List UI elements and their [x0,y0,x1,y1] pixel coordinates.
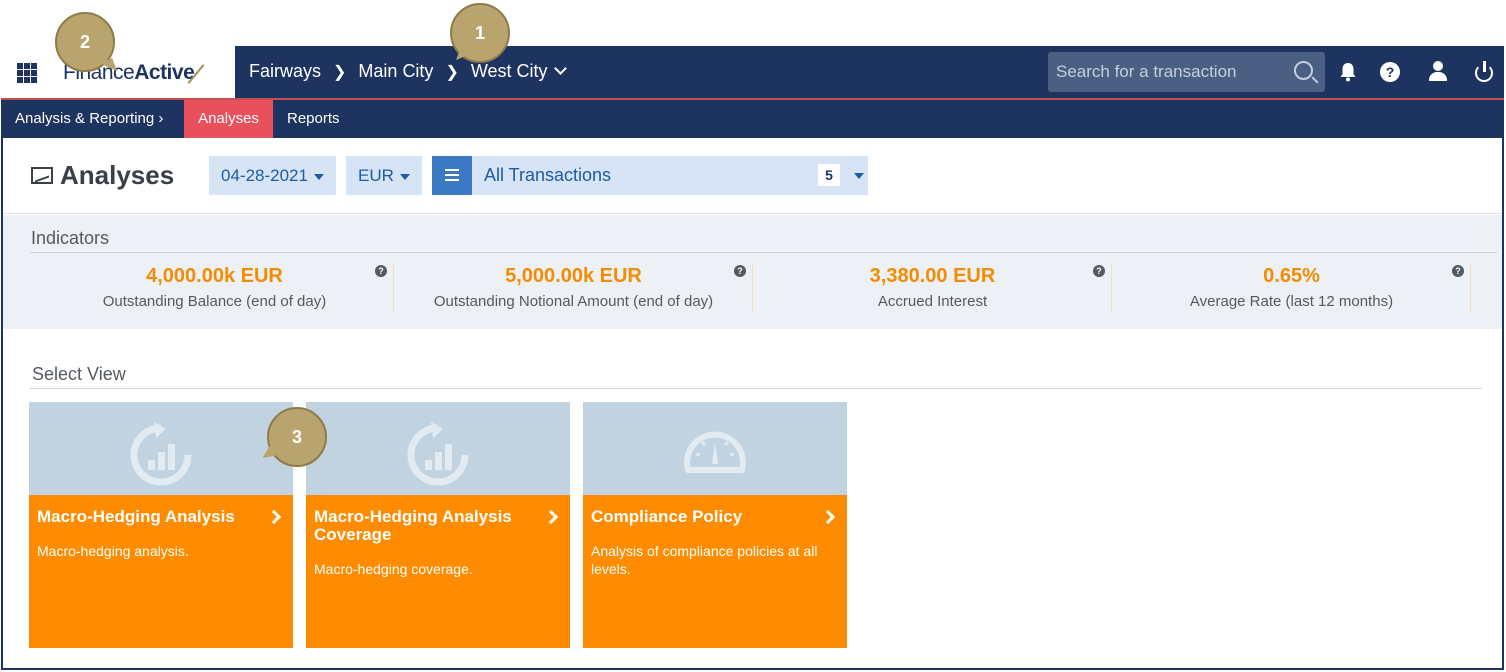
view-card-macro-hedging-analysis[interactable]: Macro-Hedging Analysis Macro-hedging ana… [29,402,293,648]
search-input[interactable]: Search for a transaction [1048,52,1325,92]
list-icon[interactable] [432,156,472,195]
chevron-right-icon [543,509,559,525]
indicator-value: 0.65% [1263,265,1320,287]
logo-text-bold: Active [134,61,195,84]
breadcrumb-item[interactable]: Fairways [249,61,321,82]
card-description: Macro-hedging coverage. [314,561,473,577]
tab-analyses[interactable]: Analyses [184,100,273,138]
card-title: Compliance Policy [591,507,743,526]
logo-area: FinanceActive [1,46,235,98]
user-icon[interactable] [1427,61,1449,83]
card-description: Analysis of compliance policies at all l… [591,543,818,577]
chevron-right-icon: ❯ [445,63,459,81]
top-bar: FinanceActive Fairways ❯ Main City ❯ Wes… [1,46,1504,100]
callout-badge: 2 [55,12,115,72]
indicator-label: Accrued Interest [877,293,988,310]
refresh-chart-icon [407,422,469,486]
card-description: Macro-hedging analysis. [37,543,189,559]
indicator-accrued-interest: 3,380.00 EUR Accrued Interest ? [754,263,1112,311]
indicator-value: 4,000.00k EUR [146,265,283,287]
transactions-label: All Transactions [484,165,612,185]
help-icon[interactable]: ? [734,265,746,277]
caret-down-icon[interactable] [854,173,864,179]
indicators-panel: Indicators 4,000.00k EUR Outstanding Bal… [3,215,1502,329]
help-icon[interactable]: ? [375,265,387,277]
caret-down-icon [399,173,410,180]
view-card-macro-hedging-coverage[interactable]: Macro-Hedging Analysis Coverage Macro-he… [306,402,570,648]
indicator-average-rate: 0.65% Average Rate (last 12 months) ? [1113,263,1471,311]
search-placeholder: Search for a transaction [1056,62,1237,81]
indicator-outstanding-notional: 5,000.00k EUR Outstanding Notional Amoun… [395,263,753,311]
search-icon[interactable] [1294,61,1313,80]
currency-selector[interactable]: EUR [346,156,422,195]
chevron-right-icon [820,509,836,525]
card-header [583,402,847,495]
currency-value: EUR [358,166,394,185]
sub-navigation: Analysis & Reporting › Analyses Reports [1,100,1504,138]
help-icon[interactable]: ? [1452,265,1464,277]
card-body: Macro-Hedging Analysis Macro-hedging ana… [29,495,293,648]
indicator-value: 3,380.00 EUR [869,265,996,287]
indicators-title: Indicators [31,228,110,248]
card-title: Macro-Hedging Analysis [37,507,235,526]
view-card-compliance-policy[interactable]: Compliance Policy Analysis of compliance… [583,402,847,648]
help-icon[interactable]: ? [1380,62,1400,82]
help-icon[interactable]: ? [1093,265,1105,277]
chevron-right-icon: ❯ [333,63,347,81]
breadcrumb-item[interactable]: Main City [358,61,433,82]
card-title: Macro-Hedging Analysis Coverage [314,507,512,544]
date-value: 04-28-2021 [221,166,308,185]
card-body: Macro-Hedging Analysis Coverage Macro-he… [306,495,570,648]
indicator-outstanding-balance: 4,000.00k EUR Outstanding Balance (end o… [36,263,394,311]
select-view-title: Select View [32,364,126,384]
chevron-right-icon [266,509,282,525]
breadcrumb-item[interactable]: West City [471,61,548,82]
tab-reports[interactable]: Reports [273,100,354,138]
transactions-count-badge: 5 [818,164,840,186]
bell-icon[interactable] [1337,61,1359,83]
card-header [306,402,570,495]
power-icon[interactable] [1473,61,1495,83]
page-header: Analyses 04-28-2021 EUR All Transactions… [3,138,1502,214]
chevron-down-icon[interactable] [553,62,567,75]
divider [29,388,1482,389]
page-title: Analyses [60,160,175,190]
indicator-label: Outstanding Balance (end of day) [102,293,327,310]
breadcrumb: Fairways ❯ Main City ❯ West City [249,61,567,82]
caret-down-icon [313,173,324,180]
nav-section-analysis-reporting[interactable]: Analysis & Reporting › [1,100,177,138]
date-selector[interactable]: 04-28-2021 [209,156,336,195]
apps-grid-icon[interactable] [17,63,37,83]
card-header [29,402,293,495]
indicator-value: 5,000.00k EUR [505,265,642,287]
divider [30,252,1497,253]
refresh-chart-icon [130,422,192,486]
indicator-label: Outstanding Notional Amount (end of day) [433,293,714,310]
callout-badge: 1 [450,3,510,63]
analysis-monitor-icon [31,167,53,184]
transactions-selector[interactable]: All Transactions 5 [432,156,868,195]
gauge-icon [684,431,746,473]
indicator-label: Average Rate (last 12 months) [1189,293,1394,310]
card-body: Compliance Policy Analysis of compliance… [583,495,847,648]
callout-badge: 3 [267,407,327,467]
